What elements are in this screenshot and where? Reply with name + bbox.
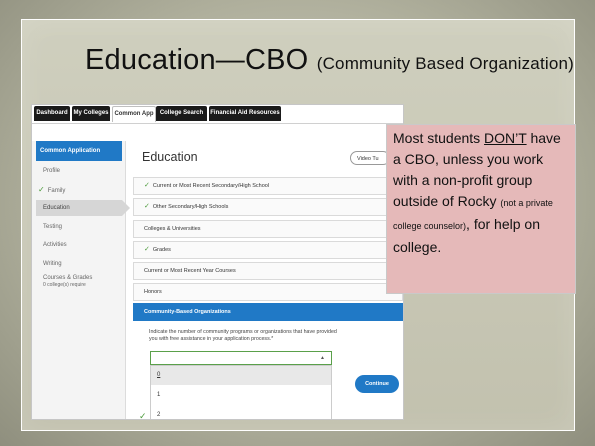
slide-title-sub: (Community Based Organization) [316,54,575,73]
tab-my-colleges[interactable]: My Colleges [72,106,110,121]
video-tutorial-button[interactable]: Video Tu [350,151,390,165]
section-label: Honors [144,289,162,295]
sidebar-item-education[interactable]: Education [36,200,122,216]
dropdown-option-2[interactable]: 2 [151,406,331,419]
section-grades[interactable]: ✓ Grades [133,241,403,259]
tab-dashboard[interactable]: Dashboard [34,106,70,121]
checkmark-icon: ✓ [144,203,150,210]
sidebar-header: Common Application [36,141,122,161]
section-label: Colleges & Universities [144,226,201,232]
sidebar-item-activities[interactable]: Activities [43,242,67,248]
sidebar-item-requirement-note: 0 college(s) require [43,282,86,288]
tab-common-app[interactable]: Common App [112,106,156,122]
sidebar-item-label: Testing [43,224,63,230]
callout-note: Most students DON’T have a CBO, unless y… [386,124,576,294]
section-label: Other Secondary/High Schools [152,204,229,210]
sidebar-item-writing[interactable]: Writing [43,261,62,267]
active-arrow-indicator [122,200,130,216]
sidebar-item-courses-grades[interactable]: Courses & Grades [43,275,92,281]
checkmark-icon: ✓ [144,182,150,189]
slide-title: Education—CBO (Community Based Organizat… [85,44,574,77]
cbo-count-dropdown: 0 1 2 [150,365,332,419]
section-label: Current or Most Recent Year Courses [144,268,236,274]
slide-title-main: Education—CBO [85,44,309,76]
sidebar-item-label: Family [47,188,66,194]
tab-college-search[interactable]: College Search [156,106,207,121]
checkmark-icon: ✓ [38,185,45,194]
checkmark-icon: ✓ [144,246,150,253]
callout-text-1: Most students [393,130,485,146]
sidebar-item-label: Writing [43,261,62,267]
dropdown-option-1[interactable]: 1 [151,386,331,405]
tab-financial-aid-resources[interactable]: Financial Aid Resources [209,106,281,121]
section-label: Current or Most Recent Secondary/High Sc… [152,183,270,189]
cbo-count-select[interactable]: ▲ [150,351,332,365]
sidebar-item-label: Courses & Grades [43,275,93,281]
sidebar-item-profile[interactable]: Profile [43,168,60,174]
top-tab-bar: Dashboard My Colleges Common App College… [32,105,403,124]
section-label: Grades [152,247,171,253]
commonapp-screenshot: Dashboard My Colleges Common App College… [31,104,404,420]
sidebar-item-family[interactable]: ✓ Family [38,185,65,194]
section-label: Community-Based Organizations [144,309,231,315]
caret-up-icon: ▲ [320,355,325,361]
section-other-high-schools[interactable]: ✓ Other Secondary/High Schools [133,198,403,216]
section-honors[interactable]: Honors [133,283,403,301]
sidebar: Common Application Profile ✓ Family Educa… [32,141,130,419]
page-title: Education [142,150,198,164]
section-community-based-organizations[interactable]: Community-Based Organizations [133,303,403,321]
education-panel: Education Video Tu ✓ Current or Most Rece… [133,141,403,419]
continue-button[interactable]: Continue [355,375,399,393]
dropdown-option-0[interactable]: 0 [151,366,331,385]
sidebar-item-label: 0 college(s) require [43,282,86,288]
callout-emphasis: DON’T [484,130,527,146]
sidebar-item-label: Activities [43,242,67,248]
section-current-year-courses[interactable]: Current or Most Recent Year Courses [133,262,403,280]
section-colleges-universities[interactable]: Colleges & Universities [133,220,403,238]
sidebar-item-label: Education [43,205,70,211]
section-current-high-school[interactable]: ✓ Current or Most Recent Secondary/High S… [133,177,403,195]
checkmark-icon: ✓ [139,411,147,420]
sidebar-item-label: Profile [43,168,61,174]
cbo-question-text: Indicate the number of community program… [149,329,337,342]
sidebar-item-testing[interactable]: Testing [43,224,62,230]
